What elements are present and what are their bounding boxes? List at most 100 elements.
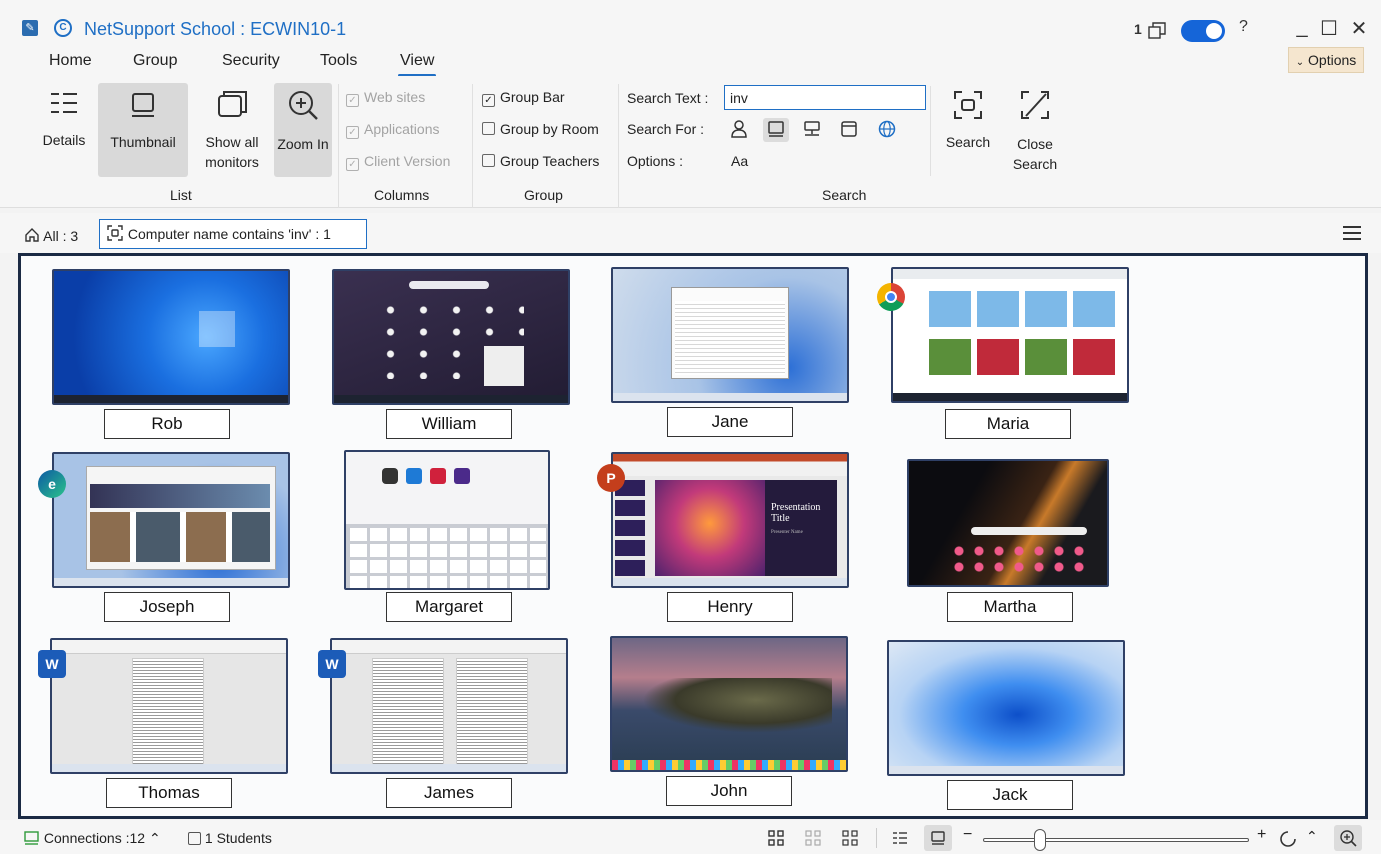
- search-application-button[interactable]: [836, 118, 862, 142]
- list-group-label: List: [170, 187, 192, 203]
- status-bar: Connections :12 ⌃ 1 Students − + ⌃: [0, 820, 1381, 854]
- jane-screen[interactable]: [611, 267, 849, 403]
- home-icon: [25, 228, 39, 242]
- james-screen[interactable]: [330, 638, 568, 774]
- close-search-label: Search: [1012, 156, 1058, 172]
- connections-status[interactable]: Connections :12 ⌃: [24, 830, 161, 847]
- active-filter-chip[interactable]: Computer name contains 'inv' : 1: [99, 219, 367, 249]
- martha-screen[interactable]: [907, 459, 1109, 587]
- chevron-down-icon: ⌄: [1295, 57, 1305, 68]
- auto-fit-icon[interactable]: [1278, 829, 1298, 849]
- help-button[interactable]: ?: [1239, 18, 1248, 36]
- search-website-button[interactable]: [874, 118, 900, 142]
- search-computer-button[interactable]: [763, 118, 789, 142]
- checkbox-unchecked-icon: [188, 832, 201, 845]
- small-grid-icon[interactable]: [842, 830, 858, 846]
- match-case-toggle[interactable]: Aa: [731, 153, 748, 169]
- medium-grid-icon[interactable]: [805, 830, 821, 846]
- show-all-monitors-button[interactable]: Show all monitors: [198, 88, 266, 176]
- large-grid-icon[interactable]: [768, 830, 784, 846]
- chevron-up-icon[interactable]: ⌃: [1306, 828, 1318, 845]
- rob-screen[interactable]: [52, 269, 290, 405]
- maria-screen[interactable]: [891, 267, 1129, 403]
- multi-monitor-icon: [218, 91, 247, 117]
- maximize-button[interactable]: ☐: [1316, 16, 1342, 41]
- student-tile[interactable]: Margaret: [344, 450, 584, 630]
- thomas-screen[interactable]: [50, 638, 288, 774]
- group-bar-checkbox[interactable]: ✓ Group Bar: [482, 89, 565, 107]
- options-button[interactable]: ⌄ Options: [1288, 47, 1364, 73]
- jack-screen[interactable]: [887, 640, 1125, 776]
- close-button[interactable]: ✕: [1346, 16, 1372, 41]
- student-tile[interactable]: Jack: [887, 640, 1127, 816]
- menu-icon[interactable]: [1343, 226, 1361, 244]
- close-search-button[interactable]: Close Search: [1008, 88, 1062, 176]
- group-by-room-checkbox[interactable]: Group by Room: [482, 121, 599, 137]
- search-user-button[interactable]: [726, 118, 752, 142]
- william-screen[interactable]: [332, 269, 570, 405]
- student-tile[interactable]: e Joseph: [38, 452, 292, 632]
- tab-group[interactable]: Group: [133, 52, 177, 70]
- henry-screen[interactable]: Presentation Title Presenter Name: [611, 452, 849, 588]
- all-filter[interactable]: All : 3: [24, 227, 78, 244]
- zoom-in-icon: [289, 91, 318, 120]
- refresh-icon[interactable]: C: [54, 19, 72, 37]
- zoom-slider-thumb[interactable]: [1033, 829, 1046, 851]
- client-version-checkbox[interactable]: ✓ Client Version: [346, 153, 450, 171]
- applications-checkbox[interactable]: ✓ Applications: [346, 121, 440, 139]
- john-screen[interactable]: [610, 636, 848, 772]
- network-icon: [804, 121, 820, 136]
- tab-security[interactable]: Security: [222, 52, 280, 70]
- margaret-screen[interactable]: [344, 450, 550, 590]
- tab-tools[interactable]: Tools: [320, 52, 357, 70]
- details-view-icon[interactable]: [892, 830, 908, 846]
- chevron-up-icon: ⌃: [148, 830, 161, 846]
- checkbox-unchecked-icon: [482, 122, 495, 135]
- joseph-screen[interactable]: [52, 452, 290, 588]
- monitor-icon: [24, 831, 39, 845]
- student-name: Martha: [947, 592, 1073, 622]
- minimize-button[interactable]: _: [1289, 16, 1315, 39]
- options-label: Options: [1308, 52, 1357, 68]
- student-tile[interactable]: Rob: [52, 269, 292, 449]
- search-network-button[interactable]: [799, 118, 825, 142]
- tab-view[interactable]: View: [397, 52, 437, 77]
- toggle-switch[interactable]: [1181, 20, 1225, 42]
- thumbnail-button[interactable]: Thumbnail: [98, 83, 188, 177]
- search-button[interactable]: Search: [942, 88, 994, 176]
- details-button[interactable]: Details: [40, 88, 88, 176]
- student-tile[interactable]: W James: [318, 638, 570, 816]
- thumbnail-label: Thumbnail: [110, 134, 176, 150]
- search-text-input[interactable]: [724, 85, 926, 110]
- students-status[interactable]: 1 Students: [188, 830, 272, 846]
- connections-label: Connections :12: [43, 830, 146, 846]
- windows-icon[interactable]: [1146, 20, 1168, 42]
- tab-home[interactable]: Home: [49, 52, 92, 70]
- student-name: Jack: [947, 780, 1073, 810]
- web-sites-checkbox[interactable]: ✓ Web sites: [346, 89, 425, 107]
- zoom-slider-track[interactable]: [983, 838, 1249, 842]
- student-tile[interactable]: Maria: [869, 267, 1129, 447]
- student-tile[interactable]: W Thomas: [38, 638, 290, 816]
- scan-search-icon: [107, 225, 123, 241]
- student-tile[interactable]: William: [332, 269, 572, 449]
- close-label: Close: [1017, 136, 1053, 152]
- student-name: Margaret: [386, 592, 512, 622]
- group-teachers-checkbox[interactable]: Group Teachers: [482, 153, 599, 169]
- checkbox-checked-icon: ✓: [346, 94, 359, 107]
- zoom-in-button[interactable]: Zoom In: [274, 83, 332, 177]
- student-tile[interactable]: Jane: [611, 267, 851, 447]
- student-tile[interactable]: John: [610, 636, 850, 816]
- window-app-icon: [841, 121, 857, 137]
- zoom-in-small-button[interactable]: +: [1257, 826, 1266, 844]
- zoom-out-button[interactable]: −: [963, 826, 972, 844]
- netsupport-logo-icon: ✎: [22, 20, 38, 36]
- web-sites-label: Web sites: [364, 89, 426, 105]
- student-tile[interactable]: Martha: [907, 459, 1147, 639]
- zoom-fit-button[interactable]: [1334, 825, 1362, 851]
- student-name: Maria: [945, 409, 1071, 439]
- scan-search-icon: [954, 91, 982, 119]
- divider: [618, 84, 619, 208]
- thumbnail-view-button[interactable]: [924, 825, 952, 851]
- student-tile[interactable]: Presentation Title Presenter Name P Henr…: [597, 452, 851, 632]
